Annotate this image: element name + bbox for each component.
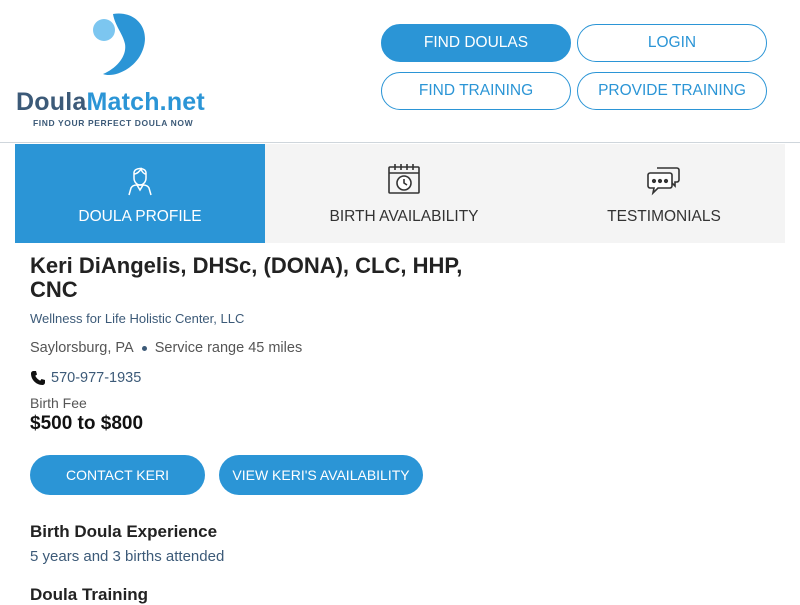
chat-bubbles-icon (647, 167, 680, 196)
tab-birth-availability[interactable]: BIRTH AVAILABILITY (265, 144, 543, 243)
view-availability-button[interactable]: VIEW KERI'S AVAILABILITY (219, 455, 423, 495)
profile-tabs: DOULA PROFILE BIRTH AVAILABILITY TESTIMO… (15, 144, 785, 243)
contact-button[interactable]: CONTACT KERI (30, 455, 205, 495)
profile-content: Keri DiAngelis, DHSc, (DONA), CLC, HHP, … (30, 254, 550, 605)
site-header: DoulaMatch.net FIND YOUR PERFECT DOULA N… (0, 0, 800, 143)
separator-dot (141, 345, 147, 351)
tab-testimonials[interactable]: TESTIMONIALS (543, 144, 785, 243)
logo-wordmark: DoulaMatch.net (16, 88, 205, 116)
doula-name: Keri DiAngelis, DHSc, (DONA), CLC, HHP, … (30, 253, 463, 302)
tab-birth-availability-label: BIRTH AVAILABILITY (329, 208, 479, 225)
experience-text: 5 years and 3 births attended (30, 548, 225, 565)
fee-label: Birth Fee (30, 395, 87, 411)
provide-training-button[interactable]: PROVIDE TRAINING (577, 72, 767, 110)
logo-tagline: FIND YOUR PERFECT DOULA NOW (33, 118, 194, 128)
service-range-text: Service range 45 miles (154, 340, 303, 356)
login-button[interactable]: LOGIN (577, 24, 767, 62)
tab-doula-profile-label: DOULA PROFILE (78, 208, 202, 225)
tab-testimonials-label: TESTIMONIALS (607, 208, 721, 225)
location-row: Saylorsburg, PA Service range 45 miles (30, 340, 550, 356)
experience-heading: Birth Doula Experience (30, 522, 218, 541)
location-text: Saylorsburg, PA (30, 340, 134, 356)
phone-row[interactable]: 570-977-1935 (30, 370, 550, 386)
organization-name: Wellness for Life Holistic Center, LLC (30, 311, 245, 326)
fee-value: $500 to $800 (30, 413, 144, 434)
person-icon (128, 167, 152, 196)
find-training-button[interactable]: FIND TRAINING (381, 72, 571, 110)
calendar-clock-icon (388, 164, 420, 194)
phone-number[interactable]: 570-977-1935 (51, 370, 141, 386)
find-doulas-button[interactable]: FIND DOULAS (381, 24, 571, 62)
site-logo[interactable]: DoulaMatch.net FIND YOUR PERFECT DOULA N… (16, 10, 226, 135)
logo-mark-icon (93, 13, 145, 76)
training-heading: Doula Training (30, 585, 149, 604)
profile-actions: CONTACT KERI VIEW KERI'S AVAILABILITY (30, 455, 550, 495)
tab-doula-profile[interactable]: DOULA PROFILE (15, 144, 265, 243)
phone-icon (31, 371, 45, 385)
